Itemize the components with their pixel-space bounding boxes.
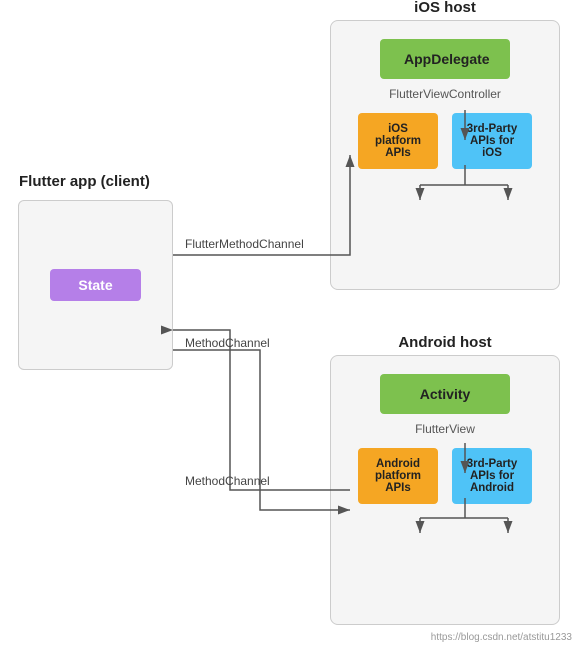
android-host-box: Android host Activity FlutterView Androi…: [330, 355, 560, 625]
android-host-title: Android host: [398, 334, 491, 351]
ios-host-title: iOS host: [414, 0, 476, 16]
third-party-ios-box: 3rd-PartyAPIs foriOS: [452, 113, 532, 169]
watermark: https://blog.csdn.net/atstitu1233: [431, 632, 572, 643]
ios-platform-api-box: iOSplatformAPIs: [358, 113, 438, 169]
method-channel-2-label: MethodChannel: [185, 336, 270, 350]
ios-api-row: iOSplatformAPIs 3rd-PartyAPIs foriOS: [358, 113, 532, 169]
flutter-view-controller-label: FlutterViewController: [389, 87, 501, 101]
flutter-method-channel-label: FlutterMethodChannel: [185, 237, 304, 251]
android-platform-api-box: AndroidplatformAPIs: [358, 448, 438, 504]
state-box: State: [50, 269, 140, 301]
third-party-android-box: 3rd-PartyAPIs forAndroid: [452, 448, 532, 504]
android-api-row: AndroidplatformAPIs 3rd-PartyAPIs forAnd…: [358, 448, 532, 504]
flutterview-label: FlutterView: [415, 422, 475, 436]
diagram-container: Flutter app (client) State iOS host AppD…: [0, 0, 580, 647]
ios-inner: AppDelegate FlutterViewController iOSpla…: [331, 39, 559, 169]
android-inner: Activity FlutterView AndroidplatformAPIs…: [331, 374, 559, 504]
activity-box: Activity: [380, 374, 510, 414]
flutter-client-title: Flutter app (client): [19, 173, 150, 190]
flutter-client-box: Flutter app (client) State: [18, 200, 173, 370]
app-delegate-box: AppDelegate: [380, 39, 510, 79]
ios-host-box: iOS host AppDelegate FlutterViewControll…: [330, 20, 560, 290]
method-channel-1-label: MethodChannel: [185, 474, 270, 488]
